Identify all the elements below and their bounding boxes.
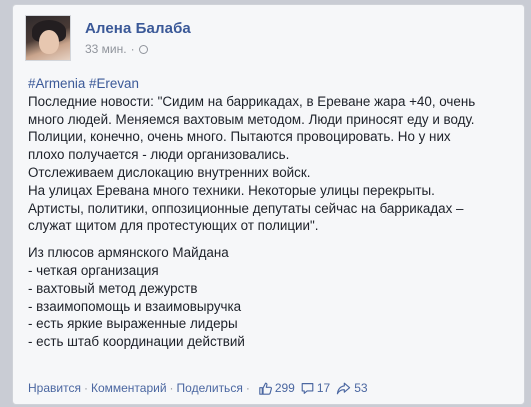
action-separator: · [169,381,174,395]
post-body: #Armenia #Erevan Последние новости: "Сид… [28,75,518,351]
like-link[interactable]: Нравится [28,381,81,395]
hashtag-armenia[interactable]: #Armenia [28,76,85,91]
hashtag-erevan[interactable]: #Erevan [89,76,139,91]
globe-icon[interactable] [138,44,148,54]
author-name[interactable]: Алена Балаба [85,20,191,37]
body-line: плохо получается - люди организовались. [28,147,290,163]
share-icon [337,382,351,394]
body-line: служат щитом для протестующих от полиции… [28,218,319,234]
hashtags-line: #Armenia #Erevan [28,75,518,93]
post-meta: 33 мин. · [85,42,148,56]
comments-count: 17 [316,381,331,395]
list-item: - взаимопомощь и взаимовыручка [28,298,242,314]
action-separator: · [83,381,88,395]
thumbs-up-icon [259,382,272,395]
shares-count-button[interactable]: 53 [336,381,368,395]
body-line: Отслеживаем дислокацию внутренних войск. [28,164,311,180]
list-item: - четкая организация [28,262,159,278]
list-item: - вахтовый метод дежурств [28,280,198,296]
body-line: Последние новости: "Сидим на баррикадах,… [28,93,476,109]
comment-icon [301,382,314,394]
comments-count-button[interactable]: 17 [301,381,330,395]
list-item: - есть штаб координации действий [28,334,245,350]
share-link[interactable]: Поделиться [177,381,243,395]
body-line: Полиции, конечно, очень много. Пытаются … [28,129,451,145]
avatar[interactable] [25,15,71,61]
post-card: Алена Балаба 33 мин. · #Armenia #Erevan … [12,4,525,405]
body-line: Артисты, политики, оппозиционные депутат… [28,200,464,216]
comment-link[interactable]: Комментарий [91,381,167,395]
shares-count: 53 [354,381,368,395]
post-actions: Нравится · Комментарий · Поделиться · 29… [28,381,368,395]
list-item: - есть яркие выраженные лидеры [28,316,238,332]
list-intro: Из плюсов армянского Майдана [28,245,229,261]
avatar-face [39,30,59,54]
likes-count-button[interactable]: 299 [259,381,295,395]
body-line: много людей. Меняемся вахтовым методом. … [28,111,475,127]
likes-count: 299 [274,381,295,395]
post-time[interactable]: 33 мин. [85,42,127,56]
action-separator: · [245,381,250,395]
body-line: На улицах Еревана много техники. Некотор… [28,182,435,198]
meta-separator: · [130,42,135,56]
